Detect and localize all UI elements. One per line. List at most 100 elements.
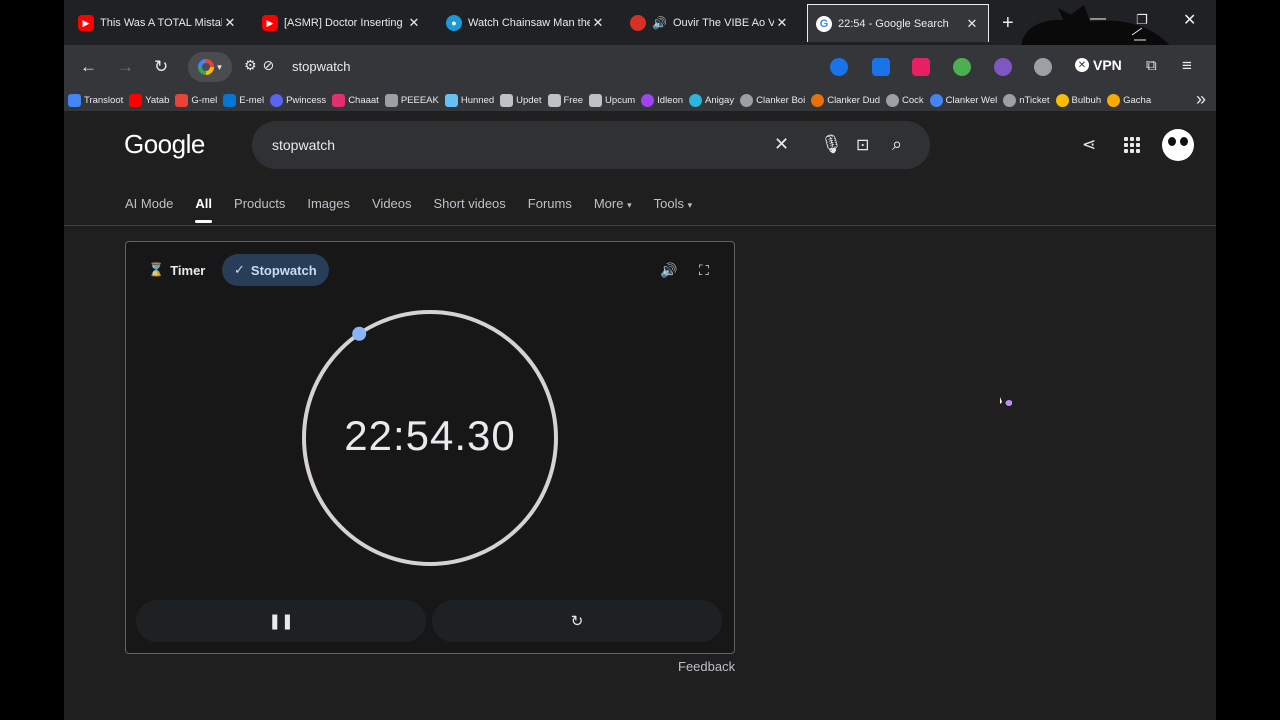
- bookmark-item[interactable]: E-mel: [223, 93, 265, 107]
- close-icon[interactable]: ✕: [222, 15, 238, 31]
- bookmark-item[interactable]: Gacha: [1107, 93, 1152, 107]
- tab-youtube-2[interactable]: ▶ [ASMR] Doctor Inserting & I ✕: [254, 6, 430, 40]
- bookmark-item[interactable]: Hunned: [444, 93, 494, 107]
- more-bookmarks-icon[interactable]: »: [1196, 89, 1206, 110]
- tab-chainsaw-man[interactable]: ● Watch Chainsaw Man the M ✕: [438, 6, 614, 40]
- bookmark-label: Cock: [902, 94, 924, 106]
- filter-all[interactable]: All: [195, 196, 212, 223]
- anime-icon: [689, 93, 703, 107]
- stopwatch-tab-label: Stopwatch: [250, 262, 317, 278]
- bookmark-item[interactable]: Cock: [886, 93, 924, 107]
- bookmark-item[interactable]: Clanker Wel: [929, 93, 997, 107]
- bookmark-label: Idleon: [657, 94, 684, 106]
- search-filters: AI Mode All Products Images Videos Short…: [125, 196, 714, 223]
- microphone-icon[interactable]: 🎙: [820, 134, 843, 155]
- search-input[interactable]: stopwatch: [272, 137, 335, 153]
- check-icon: ✓: [234, 262, 245, 277]
- gmail-icon: [175, 93, 189, 107]
- bookmark-label: E-mel: [239, 94, 265, 106]
- bookmark-item[interactable]: Idleon: [641, 93, 684, 107]
- timer-tab[interactable]: ⌛ Timer: [136, 254, 217, 286]
- bookmark-item[interactable]: Yatab: [129, 93, 169, 107]
- reload-button[interactable]: ↻: [154, 57, 168, 77]
- bookmark-item[interactable]: Bulbuh: [1055, 93, 1101, 107]
- progress-marker: [352, 326, 367, 341]
- filter-products[interactable]: Products: [234, 196, 285, 211]
- tab-youtube-1[interactable]: ▶ This Was A TOTAL Mistake... ✕: [70, 6, 246, 40]
- microphone-extension-icon[interactable]: [912, 58, 930, 76]
- bookmark-label: Chaaat: [348, 94, 379, 106]
- stopwatch-tab[interactable]: ✓ Stopwatch: [222, 254, 329, 286]
- filter-forums[interactable]: Forums: [528, 196, 572, 211]
- search-box[interactable]: stopwatch ✕ 🎙 ⊡ ⌕: [252, 121, 930, 169]
- site-controls-icon[interactable]: ⚙⊘: [244, 57, 280, 74]
- close-icon[interactable]: ✕: [964, 16, 980, 32]
- bookmark-item[interactable]: Updet: [500, 93, 542, 107]
- bookmark-item[interactable]: Free: [547, 93, 583, 107]
- filter-more[interactable]: More ▾: [594, 196, 632, 211]
- bookmark-item[interactable]: PEEEAK: [384, 93, 439, 107]
- address-bar[interactable]: stopwatch: [292, 59, 351, 74]
- bookmark-item[interactable]: Chaaat: [332, 93, 379, 107]
- filter-short-videos[interactable]: Short videos: [434, 196, 506, 211]
- search-icon[interactable]: ⌕: [892, 134, 902, 155]
- glasses-extension-icon[interactable]: [1034, 58, 1052, 76]
- bookmark-item[interactable]: Upcum: [589, 93, 635, 107]
- restore-button[interactable]: ❐: [1136, 12, 1148, 28]
- bookmark-label: Clanker Boi: [756, 94, 806, 106]
- bookmark-item[interactable]: Clanker Dud: [811, 93, 880, 107]
- google-logo[interactable]: Google: [124, 129, 205, 160]
- youtube-icon: ▶: [262, 15, 278, 31]
- bookmark-item[interactable]: Pwincess: [270, 93, 326, 107]
- close-icon[interactable]: ✕: [406, 15, 422, 31]
- close-window-button[interactable]: ✕: [1183, 10, 1196, 30]
- timer-tab-label: Timer: [170, 262, 206, 278]
- close-icon[interactable]: ✕: [774, 15, 790, 31]
- tab-the-vibe[interactable]: 🔊 Ouvir The VIBE Ao Vivo ✕: [622, 6, 798, 40]
- camera-icon[interactable]: ⊡: [856, 135, 869, 155]
- forward-button[interactable]: →: [117, 57, 134, 77]
- extensions-icon[interactable]: ⧉: [1146, 57, 1157, 74]
- filter-tools[interactable]: Tools ▾: [654, 196, 693, 211]
- gemini-icon: [929, 93, 943, 107]
- speaker-icon[interactable]: 🔊: [652, 16, 667, 30]
- apps-icon[interactable]: [1124, 137, 1140, 153]
- search-engine-chip[interactable]: ▾: [188, 52, 232, 82]
- menu-icon[interactable]: ≡: [1182, 56, 1192, 76]
- minimize-button[interactable]: —: [1090, 10, 1106, 28]
- feedback-link[interactable]: Feedback: [678, 659, 735, 674]
- globe-icon: ●: [446, 15, 462, 31]
- filter-videos[interactable]: Videos: [372, 196, 412, 211]
- pause-button[interactable]: ❚❚: [136, 600, 426, 642]
- close-icon[interactable]: ✕: [590, 15, 606, 31]
- back-button[interactable]: ←: [80, 57, 97, 77]
- tab-title: Ouvir The VIBE Ao Vivo: [672, 17, 774, 29]
- share-icon[interactable]: ⋖: [1082, 135, 1096, 155]
- music-extension-icon[interactable]: [953, 58, 971, 76]
- filter-ai-mode[interactable]: AI Mode: [125, 196, 173, 211]
- vpn-button[interactable]: ✕ VPN: [1075, 57, 1122, 73]
- page-icon: [384, 93, 398, 107]
- clear-icon[interactable]: ✕: [774, 134, 789, 155]
- tab-title: 22:54 - Google Search: [838, 17, 949, 30]
- caret-down-icon: ▾: [627, 200, 632, 210]
- bookmark-label: Gacha: [1123, 94, 1152, 106]
- filter-images[interactable]: Images: [307, 196, 350, 211]
- bookmark-label: Anigay: [705, 94, 735, 106]
- divider: [64, 225, 1216, 226]
- blocker-extension-icon[interactable]: [994, 58, 1012, 76]
- avatar[interactable]: [1162, 129, 1194, 161]
- bookmark-item[interactable]: Anigay: [689, 93, 735, 107]
- bookmark-item[interactable]: Clanker Boi: [740, 93, 806, 107]
- globe-extension-icon[interactable]: [830, 58, 848, 76]
- fullscreen-icon[interactable]: ⛶: [699, 262, 709, 279]
- volume-icon[interactable]: 🔊: [660, 262, 677, 279]
- reset-button[interactable]: ↻: [432, 600, 722, 642]
- translate-extension-icon[interactable]: [872, 58, 890, 76]
- bookmark-item[interactable]: G-mel: [175, 93, 217, 107]
- bookmark-item[interactable]: nTicket: [1003, 93, 1050, 107]
- tab-google-search[interactable]: G 22:54 - Google Search ✕: [807, 4, 989, 42]
- toolbar: ← → ↻ ▾ ⚙⊘ stopwatch ✕ VPN ⧉ ≡: [64, 45, 1216, 89]
- bookmark-item[interactable]: Transloot: [68, 93, 123, 107]
- bookmarks-bar: Transloot Yatab G-mel E-mel Pwincess Cha…: [64, 89, 1216, 111]
